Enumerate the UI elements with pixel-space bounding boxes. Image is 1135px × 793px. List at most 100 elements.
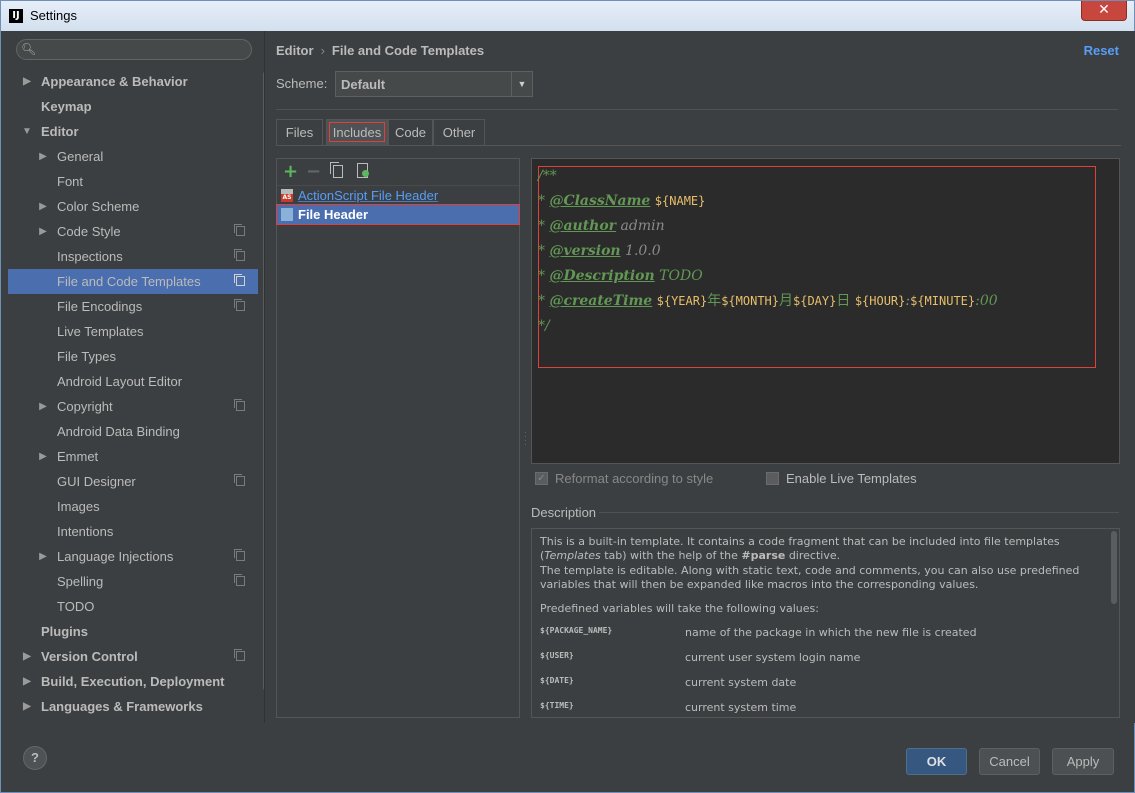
reset-to-default-icon[interactable]: [357, 163, 369, 178]
sidebar-item-file-encodings[interactable]: File Encodings: [8, 294, 258, 319]
code-comment-start: /**: [538, 168, 557, 184]
code-tag-classname: @ClassName: [549, 193, 651, 209]
sidebar-item-appearance-behavior[interactable]: ▶ Appearance & Behavior: [8, 69, 258, 94]
template-item-label: File Header: [298, 207, 369, 222]
chevron-right-icon[interactable]: ▶: [38, 194, 48, 219]
sidebar-item-label: Keymap: [41, 99, 92, 114]
tab-other[interactable]: Other: [433, 119, 485, 145]
close-button[interactable]: ✕: [1081, 1, 1127, 21]
template-code-editor[interactable]: /** * @ClassName ${NAME} * @author admin…: [531, 158, 1120, 464]
settings-window: IJ Settings ✕ 🔍︎ ▶ Appearance & Behavior K…: [0, 0, 1135, 793]
remove-template-button[interactable]: −: [306, 161, 321, 182]
breadcrumb-separator: ›: [320, 43, 325, 58]
tab-code[interactable]: Code: [388, 119, 433, 145]
sidebar-item-gui-designer[interactable]: GUI Designer: [8, 469, 258, 494]
chevron-right-icon[interactable]: ▶: [22, 669, 32, 694]
template-item-file-header[interactable]: File Header: [276, 204, 520, 225]
chevron-right-icon[interactable]: ▶: [22, 694, 32, 719]
project-level-icon: [234, 249, 245, 261]
template-item-actionscript-file-header[interactable]: ActionScript File Header: [277, 186, 519, 205]
reset-link[interactable]: Reset: [1084, 43, 1119, 58]
sidebar-item-keymap[interactable]: Keymap: [8, 94, 258, 119]
variable-name: ${PACKAGE_NAME}: [540, 626, 613, 635]
description-text: Predefined variables will take the follo…: [540, 602, 819, 615]
chevron-right-icon[interactable]: ▶: [38, 394, 48, 419]
sidebar-item-emmet[interactable]: ▶ Emmet: [8, 444, 258, 469]
apply-button[interactable]: Apply: [1052, 748, 1114, 775]
chevron-right-icon[interactable]: ▶: [22, 719, 32, 721]
sidebar-item-label: Version Control: [41, 649, 138, 664]
code-tag-createtime: @createTime: [549, 293, 653, 309]
code-tag-author: @author: [549, 218, 617, 234]
project-level-icon: [234, 649, 245, 661]
sidebar-item-font[interactable]: Font: [8, 169, 258, 194]
tab-files[interactable]: Files: [276, 119, 323, 145]
chevron-right-icon[interactable]: ▶: [22, 69, 32, 94]
sidebar-item-code-style[interactable]: ▶ Code Style: [8, 219, 258, 244]
add-template-button[interactable]: +: [283, 161, 298, 182]
checkbox-checked-icon: ✓: [535, 472, 548, 485]
checkbox-unchecked-icon: [766, 472, 779, 485]
sidebar-item-label: General: [57, 149, 104, 164]
sidebar-item-language-injections[interactable]: ▶ Language Injections: [8, 544, 258, 569]
code-text-ri: 日: [836, 293, 855, 309]
chevron-right-icon[interactable]: ▶: [38, 219, 48, 244]
sidebar-item-todo[interactable]: TODO: [8, 594, 258, 619]
sidebar-item-label: Plugins: [41, 624, 88, 639]
sidebar-item-file-and-code-templates[interactable]: File and Code Templates: [8, 269, 258, 294]
copy-template-icon[interactable]: [330, 162, 343, 178]
sidebar-item-languages-frameworks[interactable]: ▶ Languages & Frameworks: [8, 694, 258, 719]
code-var-hour: ${HOUR}: [854, 294, 906, 308]
sidebar-item-general[interactable]: ▶ General: [8, 144, 258, 169]
sidebar-item-label: Emmet: [57, 449, 99, 464]
sidebar-item-android-layout-editor[interactable]: Android Layout Editor: [8, 369, 258, 394]
sidebar-item-label: Editor: [41, 124, 79, 139]
sidebar-item-version-control[interactable]: ▶ Version Control: [8, 644, 258, 669]
sidebar-item-label: Android Data Binding: [57, 424, 180, 439]
enable-live-templates-label: Enable Live Templates: [786, 471, 917, 486]
description-directive: #parse: [741, 549, 786, 562]
sidebar-item-file-types[interactable]: File Types: [8, 344, 258, 369]
sidebar-item-spelling[interactable]: Spelling: [8, 569, 258, 594]
cancel-button[interactable]: Cancel: [979, 748, 1040, 775]
chevron-down-icon[interactable]: ▼: [22, 119, 32, 144]
sidebar-item-label: File Types: [57, 349, 117, 364]
code-var-minute: ${MINUTE}: [910, 294, 976, 308]
code-star: *: [538, 268, 550, 284]
sidebar-item-label: Live Templates: [57, 324, 144, 339]
search-input[interactable]: 🔍︎: [16, 39, 252, 60]
sidebar-item-label: Images: [57, 499, 100, 514]
sidebar-item-tools[interactable]: ▶ Tools: [8, 719, 258, 721]
sidebar-item-label: Code Style: [57, 224, 121, 239]
chevron-right-icon[interactable]: ▶: [38, 444, 48, 469]
sidebar-item-label: Inspections: [57, 249, 123, 264]
sidebar-item-editor[interactable]: ▼ Editor: [8, 119, 258, 144]
sidebar-item-intentions[interactable]: Intentions: [8, 519, 258, 544]
sidebar-item-inspections[interactable]: Inspections: [8, 244, 258, 269]
sidebar-item-plugins[interactable]: Plugins: [8, 619, 258, 644]
code-var-day: ${DAY}: [793, 294, 837, 308]
description-text: (Templates tab) with the help of the #pa…: [540, 549, 841, 562]
chevron-right-icon[interactable]: ▶: [22, 644, 32, 669]
sidebar-item-android-data-binding[interactable]: Android Data Binding: [8, 419, 258, 444]
project-level-icon: [234, 299, 245, 311]
help-button[interactable]: ?: [23, 746, 47, 770]
description-scrollbar[interactable]: [1111, 531, 1117, 604]
template-item-label: ActionScript File Header: [298, 188, 439, 203]
sidebar-item-copyright[interactable]: ▶ Copyright: [8, 394, 258, 419]
sidebar-item-images[interactable]: Images: [8, 494, 258, 519]
sidebar-item-color-scheme[interactable]: ▶ Color Scheme: [8, 194, 258, 219]
sidebar-item-live-templates[interactable]: Live Templates: [8, 319, 258, 344]
sidebar-item-label: GUI Designer: [57, 474, 136, 489]
splitter-handle[interactable]: · · · ·: [524, 429, 527, 449]
main-panel: Editor › File and Code Templates Reset Sch…: [264, 31, 1135, 723]
actionscript-file-icon: [281, 189, 293, 202]
scheme-dropdown[interactable]: Default ▼: [335, 71, 533, 97]
chevron-right-icon[interactable]: ▶: [38, 144, 48, 169]
ok-button[interactable]: OK: [906, 748, 967, 775]
sidebar-item-build-execution-deployment[interactable]: ▶ Build, Execution, Deployment: [8, 669, 258, 694]
scheme-value: Default: [341, 77, 386, 92]
chevron-right-icon[interactable]: ▶: [38, 544, 48, 569]
tab-includes[interactable]: Includes: [326, 119, 388, 145]
scheme-label: Scheme:: [276, 76, 328, 91]
